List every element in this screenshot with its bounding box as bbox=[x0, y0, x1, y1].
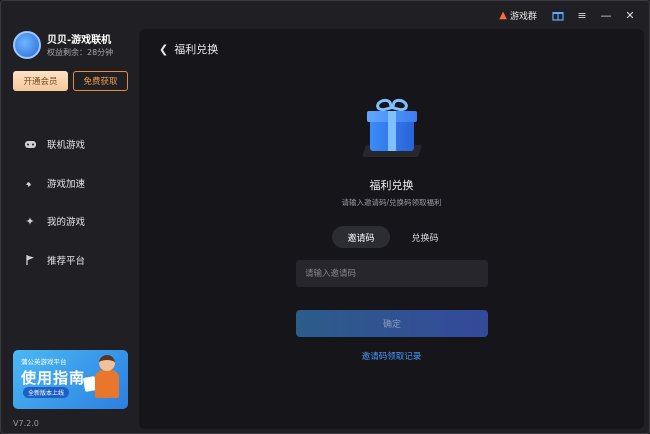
version-label: V7.2.0 bbox=[13, 419, 39, 428]
menu-icon[interactable]: ≡ bbox=[573, 6, 591, 24]
game-group-button[interactable]: ▲ 游戏群 bbox=[499, 9, 537, 22]
titlebar: ▲ 游戏群 ≡ — ✕ bbox=[499, 1, 649, 29]
sparkle-icon: ✦ bbox=[25, 214, 35, 228]
rocket-icon bbox=[23, 176, 37, 190]
banner-tag: 全新版本上线 bbox=[23, 387, 70, 398]
avatar[interactable] bbox=[13, 31, 41, 59]
gamepad-icon bbox=[23, 137, 37, 151]
minimize-icon[interactable]: — bbox=[597, 6, 615, 24]
sidebar-item-label: 我的游戏 bbox=[47, 217, 86, 229]
banner-character-illustration bbox=[82, 355, 122, 405]
main-panel: ❮ 福利兑换 福利兑换 请输入邀请码/兑换码领取福利 邀请码 兑换码 确定 邀请… bbox=[139, 29, 644, 429]
sidebar-item-label: 推荐平台 bbox=[47, 255, 86, 267]
gift-icon[interactable] bbox=[549, 6, 567, 24]
open-vip-button[interactable]: 开通会员 bbox=[13, 71, 68, 91]
free-get-button[interactable]: 免费获取 bbox=[73, 71, 128, 91]
chevron-left-icon: ❮ bbox=[159, 42, 169, 56]
sidebar-item-game-boost[interactable]: 游戏加速 bbox=[1, 164, 139, 203]
code-type-tabs: 邀请码 兑换码 bbox=[332, 226, 454, 248]
user-name: 贝贝-游戏联机 bbox=[47, 35, 112, 46]
guide-banner[interactable]: 蒲公英游戏平台 使用指南 全新版本上线 bbox=[13, 350, 128, 409]
sidebar-item-online-games[interactable]: 联机游戏 bbox=[1, 125, 139, 164]
confirm-button[interactable]: 确定 bbox=[296, 310, 488, 337]
sidebar-item-recommended[interactable]: 推荐平台 bbox=[1, 241, 139, 280]
page-title: 福利兑换 bbox=[174, 43, 219, 56]
banner-title: 使用指南 bbox=[21, 369, 86, 387]
invite-code-input[interactable] bbox=[296, 260, 488, 287]
app-window: ▲ 游戏群 ≡ — ✕ 贝贝-游戏联机 权益剩余：28分钟 开通会员 免费获取 … bbox=[0, 0, 650, 434]
close-icon[interactable]: ✕ bbox=[621, 6, 639, 24]
game-group-label: 游戏群 bbox=[509, 11, 537, 22]
tab-redeem-code[interactable]: 兑换码 bbox=[396, 226, 454, 248]
sidebar-item-my-games[interactable]: ✦ 我的游戏 bbox=[1, 202, 139, 241]
back-button[interactable]: ❮ 福利兑换 bbox=[159, 41, 218, 57]
sidebar: 贝贝-游戏联机 权益剩余：28分钟 开通会员 免费获取 联机游戏 游戏加速 ✦ … bbox=[1, 1, 139, 433]
section-subtitle: 请输入邀请码/兑换码领取福利 bbox=[341, 198, 442, 207]
fire-icon: ▲ bbox=[499, 9, 507, 21]
section-title: 福利兑换 bbox=[369, 179, 414, 192]
tab-invite-code[interactable]: 邀请码 bbox=[332, 226, 390, 248]
banner-platform-text: 蒲公英游戏平台 bbox=[21, 358, 67, 366]
sidebar-item-label: 游戏加速 bbox=[47, 178, 86, 190]
flag-icon bbox=[23, 253, 37, 267]
sidebar-item-label: 联机游戏 bbox=[47, 140, 86, 152]
invite-record-link[interactable]: 邀请码领取记录 bbox=[139, 350, 644, 362]
gift-box-illustration bbox=[361, 97, 423, 159]
sidebar-nav: 联机游戏 游戏加速 ✦ 我的游戏 推荐平台 bbox=[1, 125, 139, 279]
user-quota: 权益剩余：28分钟 bbox=[47, 48, 114, 57]
